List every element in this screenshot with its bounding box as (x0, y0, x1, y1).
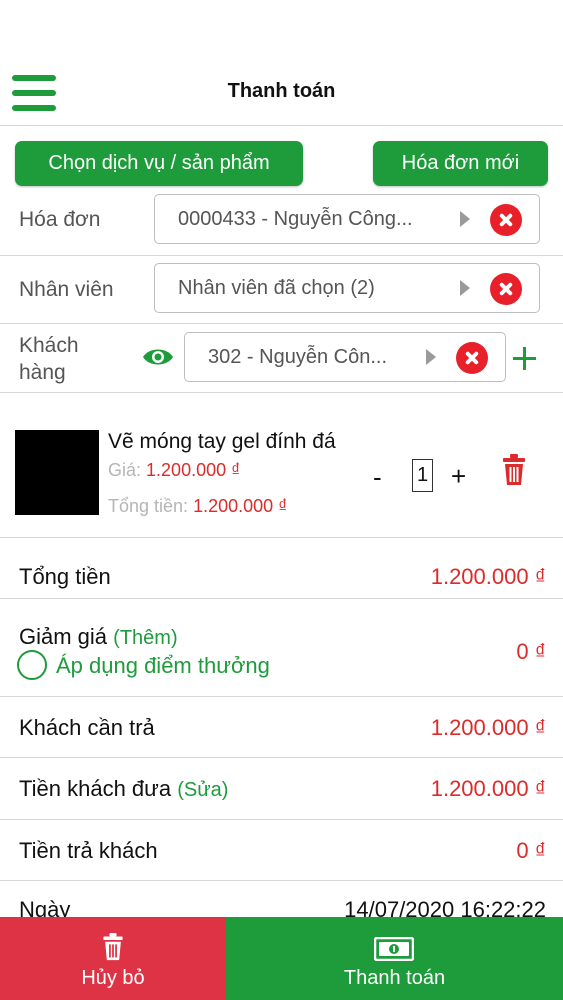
customer-label-line1: Khách (19, 334, 79, 357)
apply-points-label[interactable]: Áp dụng điểm thưởng (56, 653, 270, 679)
amount-paid-value: 1.200.000 ₫ (430, 776, 546, 801)
discount-label: Giảm giá (Thêm) (19, 624, 178, 650)
staff-value: Nhân viên đã chọn (2) (178, 277, 375, 299)
trash-icon (103, 933, 123, 961)
discount-label-text: Giảm giá (19, 624, 108, 649)
change-label: Tiền trả khách (19, 838, 158, 863)
discount-add-link[interactable]: (Thêm) (113, 627, 177, 649)
customer-value: 302 - Nguyễn Côn... (208, 346, 387, 368)
money-icon (374, 937, 414, 961)
discount-row: Giảm giá (Thêm) 0 ₫ (0, 599, 563, 697)
staff-select[interactable]: Nhân viên đã chọn (2) (154, 263, 540, 313)
invoice-row: Hóa đơn 0000433 - Nguyễn Công... (0, 186, 563, 256)
amount-due-value: 1.200.000 ₫ (430, 715, 546, 740)
customer-row: Khách hàng 302 - Nguyễn Côn... (0, 324, 563, 393)
caret-right-icon (426, 349, 436, 365)
price-value: 1.200.000 ₫ (146, 460, 241, 480)
invoice-label: Hóa đơn (19, 208, 101, 231)
change-value: 0 ₫ (516, 838, 546, 863)
amount-paid-label: Tiền khách đưa (Sửa) (19, 776, 228, 802)
discount-value: 0 ₫ (516, 639, 546, 664)
clear-invoice-icon[interactable] (490, 204, 522, 236)
amount-paid-edit-link[interactable]: (Sửa) (177, 779, 228, 801)
amount-paid-label-text: Tiền khách đưa (19, 776, 172, 801)
caret-right-icon (460, 211, 470, 227)
total-label: Tổng tiền (19, 564, 111, 589)
apply-points-radio[interactable] (17, 650, 47, 680)
delete-item-icon[interactable] (503, 454, 525, 486)
amount-paid-row: Tiền khách đưa (Sửa) 1.200.000 ₫ (0, 758, 563, 820)
app-header: Thanh toán (0, 0, 563, 126)
amount-due-row: Khách cần trả 1.200.000 ₫ (0, 697, 563, 758)
customer-select[interactable]: 302 - Nguyễn Côn... (184, 332, 506, 382)
cancel-button[interactable]: Hủy bỏ (0, 917, 226, 1000)
change-row: Tiền trả khách 0 ₫ (0, 820, 563, 881)
quantity-input[interactable]: 1 (412, 459, 433, 492)
quantity-increase-button[interactable]: + (451, 461, 466, 492)
staff-row: Nhân viên Nhân viên đã chọn (2) (0, 256, 563, 324)
customer-label-line2: hàng (19, 361, 66, 384)
cancel-label: Hủy bỏ (81, 967, 145, 989)
product-total-label: Tổng tiền: (108, 496, 189, 516)
caret-right-icon (460, 280, 470, 296)
bottom-action-bar: Hủy bỏ Thanh toán (0, 917, 563, 1000)
invoice-select[interactable]: 0000433 - Nguyễn Công... (154, 194, 540, 244)
total-value: 1.200.000 ₫ (430, 564, 546, 589)
new-invoice-button[interactable]: Hóa đơn mới (373, 141, 548, 186)
checkout-button[interactable]: Thanh toán (226, 917, 563, 1000)
total-row: Tổng tiền 1.200.000 ₫ (0, 538, 563, 599)
staff-label: Nhân viên (19, 278, 114, 301)
add-customer-icon[interactable] (512, 346, 537, 371)
checkout-label: Thanh toán (343, 967, 446, 989)
amount-due-label: Khách cần trả (19, 715, 155, 740)
quantity-decrease-button[interactable]: - (373, 462, 382, 493)
product-image (15, 430, 99, 515)
clear-customer-icon[interactable] (456, 342, 488, 374)
product-name: Vẽ móng tay gel đính đá (108, 430, 336, 453)
product-total-value: 1.200.000 ₫ (193, 496, 288, 516)
product-total: Tổng tiền: 1.200.000 ₫ (108, 496, 287, 517)
invoice-value: 0000433 - Nguyễn Công... (178, 208, 413, 230)
choose-service-product-button[interactable]: Chọn dịch vụ / sản phẩm (15, 141, 303, 186)
product-price: Giá: 1.200.000 ₫ (108, 460, 240, 481)
eye-icon[interactable] (142, 346, 174, 368)
page-title: Thanh toán (227, 80, 336, 102)
price-label: Giá: (108, 460, 142, 480)
clear-staff-icon[interactable] (490, 273, 522, 305)
cart-item: Vẽ móng tay gel đính đá Giá: 1.200.000 ₫… (0, 400, 563, 538)
